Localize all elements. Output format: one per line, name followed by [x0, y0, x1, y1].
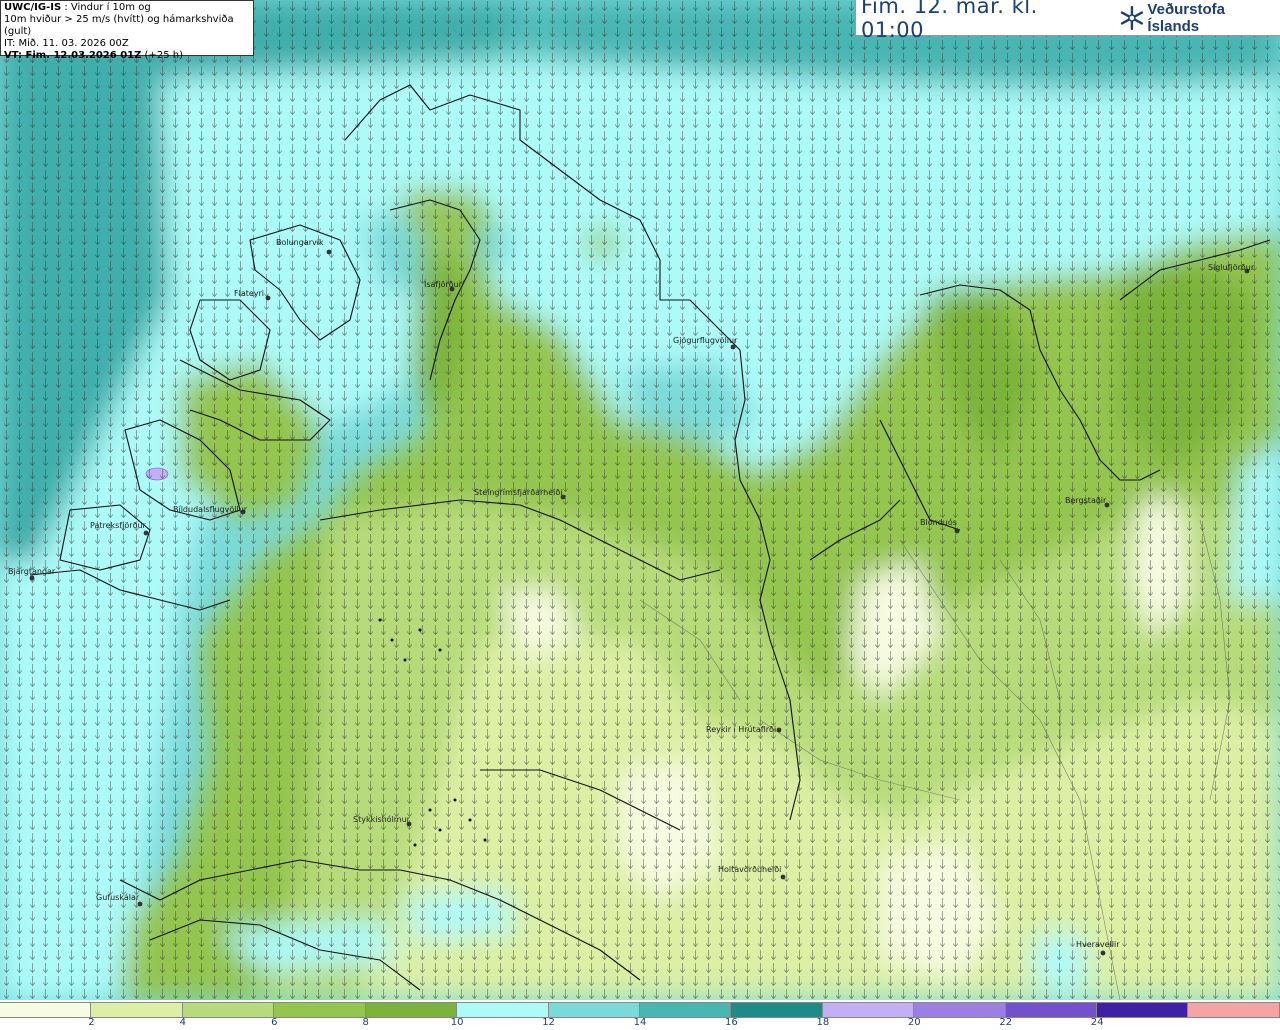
place-dot: [29, 575, 35, 581]
place-label: Flateyri: [234, 289, 264, 298]
place-dot: [326, 249, 332, 255]
place-label: Hveravellir: [1076, 940, 1120, 949]
place-label: Holtavörðuheiði: [718, 865, 781, 874]
legend-color-segment: [91, 1003, 183, 1017]
place-dot: [780, 874, 786, 880]
place-label: Stykkishólmur: [353, 814, 411, 824]
place-label: Patreksfjörður: [90, 521, 147, 530]
legend-color-segment: [1188, 1003, 1280, 1017]
place-dot: [730, 344, 736, 350]
place-dot: [776, 727, 782, 733]
forecast-info-box: UWC/IG-IS : Vindur í 10m og 10m hviður >…: [0, 0, 254, 61]
legend-tick-label: 8: [362, 1017, 369, 1028]
legend-color-segment: [457, 1003, 549, 1017]
place-dot: [143, 530, 149, 536]
init-time: IT: Mið. 11. 03. 2026 00Z: [4, 38, 129, 49]
snowflake-logo-icon: [1120, 5, 1143, 30]
wind-speed-legend: 2 4 6 8 10 12 14 16 18 20 22 24: [0, 1000, 1280, 1030]
legend-color-segment: [365, 1003, 458, 1017]
header-bar: Fim. 12. mar. kl. 01:00 Veðurstofa Íslan…: [855, 0, 1280, 42]
gust-desc: 10m hviður > 25 m/s (hvítt) og hámarkshv…: [4, 14, 234, 37]
legend-tick-label: 16: [725, 1017, 738, 1028]
legend-tick-label: 2: [88, 1017, 95, 1028]
legend-tick-label: 4: [179, 1017, 187, 1028]
place-label: Gufuskálar: [96, 893, 140, 902]
place-label: Bíldudalsflugvöllur: [173, 505, 248, 514]
legend-color-segment: [1097, 1003, 1189, 1017]
wind-forecast-map[interactable]: Bolungarvík Flateyri Ísafjörður Gjögurfl…: [0, 0, 1280, 1000]
place-dot: [954, 528, 960, 534]
legend-color-segment: [548, 1003, 640, 1017]
place-dot: [137, 901, 143, 907]
legend-color-segment: [731, 1003, 823, 1017]
lead-time: (+25 h): [141, 50, 183, 61]
vedur-logo[interactable]: Veðurstofa Íslands: [1119, 1, 1280, 35]
place-dot: [265, 295, 271, 301]
place-label: Ísafjörður: [424, 278, 463, 289]
legend-tick-label: 24: [1090, 1017, 1104, 1028]
legend-tick-label: 6: [271, 1017, 278, 1028]
place-label: Bjargtangar: [8, 567, 56, 576]
logo-text: Veðurstofa Íslands: [1147, 0, 1225, 35]
place-label: Siglufjörður: [1208, 263, 1255, 272]
legend-color-segment: [1005, 1003, 1098, 1017]
place-dot: [1100, 950, 1106, 956]
legend-tick-label: 18: [816, 1017, 830, 1028]
legend-color-bar: [0, 1002, 1280, 1018]
place-label: Steingrímsfjarðarheiði: [474, 488, 563, 497]
model-desc: : Vindur í 10m og: [61, 2, 151, 13]
place-label: Bolungarvík: [276, 238, 324, 247]
legend-tick-label: 20: [907, 1017, 921, 1028]
place-label: Gjögurflugvöllur: [673, 336, 738, 345]
legend-color-segment: [914, 1003, 1006, 1017]
legend-tick-label: 10: [450, 1017, 464, 1028]
legend-tick-label: 22: [999, 1017, 1013, 1028]
valid-time-title: Fim. 12. mar. kl. 01:00: [861, 0, 1038, 42]
legend-color-segment: [274, 1003, 366, 1017]
legend-color-segment: [639, 1003, 732, 1017]
legend-tick-label: 14: [633, 1017, 647, 1028]
place-label: Bergstaðir: [1065, 496, 1107, 505]
legend-color-segment: [822, 1003, 915, 1017]
model-name: UWC/IG-IS: [4, 2, 62, 13]
model-line: UWC/IG-IS : Vindur í 10m og: [4, 2, 250, 14]
valid-line: VT: Fim. 12.03.2026 01Z (+25 h): [4, 50, 250, 62]
legend-color-segment: [182, 1003, 275, 1017]
valid-time-label: VT: Fim. 12.03.2026 01Z: [4, 50, 142, 61]
place-label: Blönduós: [920, 517, 957, 527]
legend-color-segment: [0, 1003, 92, 1017]
place-label: Reykir í Hrútafirði: [706, 725, 776, 734]
legend-tick-label: 12: [542, 1017, 555, 1028]
